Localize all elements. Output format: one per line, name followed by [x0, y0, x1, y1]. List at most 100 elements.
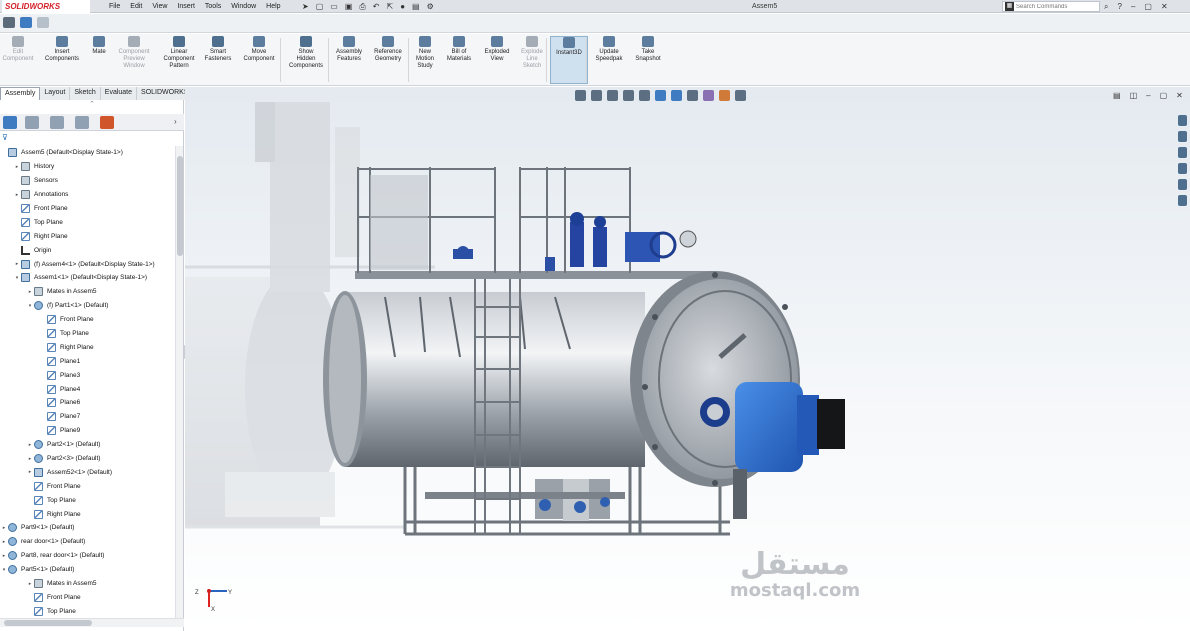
tree-item[interactable]: Front Plane [0, 591, 175, 605]
search-commands[interactable]: ▦ [1002, 1, 1100, 12]
tree-horizontal-scrollbar[interactable] [0, 618, 184, 627]
search-icon[interactable]: ⌕ [1104, 0, 1108, 13]
tree-item[interactable]: ▸ Mates in Assem5 [0, 577, 175, 591]
tree-item[interactable]: ▸ Mates in Assem5 [0, 285, 175, 299]
tree-item[interactable]: Plane4 [0, 382, 175, 396]
expand-icon[interactable]: ▾ [0, 567, 8, 573]
ribbon-smart-fasteners-button[interactable]: Smart Fasteners [200, 36, 236, 84]
rebuild-icon[interactable]: ● [400, 1, 405, 12]
menu-help[interactable]: Help [261, 0, 285, 13]
tree-item[interactable]: ▾ Assem1<1> (Default<Display State-1>) [0, 271, 175, 285]
menu-edit[interactable]: Edit [125, 0, 147, 13]
tree-item[interactable]: ▸ Annotations [0, 188, 175, 202]
tree-item[interactable]: Origin [0, 243, 175, 257]
tree-item[interactable]: Assem5 (Default<Display State-1>) [0, 146, 175, 160]
tree-item[interactable]: Plane1 [0, 354, 175, 368]
new-document-icon[interactable]: ▢ [316, 1, 324, 12]
tree-item[interactable]: Top Plane [0, 215, 175, 229]
tree-item[interactable]: ▸ (f) Assem4<1> (Default<Display State-1>… [0, 257, 175, 271]
ribbon-component-preview-window-button[interactable]: Component Preview Window [112, 36, 156, 84]
tab-assembly[interactable]: Assembly [0, 87, 41, 100]
scroll-thumb[interactable] [177, 156, 183, 256]
expand-icon[interactable]: ▸ [0, 525, 8, 531]
scroll-thumb[interactable] [4, 620, 92, 626]
ribbon-insert-components-button[interactable]: Insert Components [40, 36, 84, 84]
ribbon-bill-of-materials-button[interactable]: Bill of Materials [440, 36, 478, 84]
help-icon[interactable]: ? [1117, 0, 1121, 13]
tree-item[interactable]: ▸ Part9<1> (Default) [0, 521, 175, 535]
tree-item[interactable]: Right Plane [0, 507, 175, 521]
file-properties-icon[interactable]: ▤ [412, 1, 420, 12]
dimxpert-tab-icon[interactable] [75, 116, 89, 129]
tree-item[interactable]: ▸ Assem52<1> (Default) [0, 465, 175, 479]
undo-icon[interactable]: ↶ [373, 1, 380, 12]
expand-icon[interactable]: ▸ [26, 469, 34, 475]
display-icon[interactable] [20, 17, 32, 28]
ribbon-new-motion-study-button[interactable]: New Motion Study [412, 36, 438, 84]
tab-layout[interactable]: Layout [40, 87, 71, 100]
tree-item[interactable]: ▸ History [0, 160, 175, 174]
save-icon[interactable]: ▣ [345, 1, 353, 12]
expand-icon[interactable]: ▸ [26, 456, 34, 462]
configuration-manager-tab-icon[interactable] [50, 116, 64, 129]
solidworks-logo[interactable]: SOLIDWORKS [2, 0, 90, 13]
expand-icon[interactable]: ▸ [26, 289, 34, 295]
tree-item[interactable]: Top Plane [0, 493, 175, 507]
tree-item[interactable]: ▸ Part2<1> (Default) [0, 438, 175, 452]
tree-item[interactable]: Front Plane [0, 479, 175, 493]
property-manager-tab-icon[interactable] [25, 116, 39, 129]
window-icon[interactable] [37, 17, 49, 28]
tree-item[interactable]: Top Plane [0, 327, 175, 341]
expand-icon[interactable]: ▸ [26, 581, 34, 587]
tree-item[interactable]: Plane3 [0, 368, 175, 382]
tree-item[interactable]: Sensors [0, 174, 175, 188]
menu-view[interactable]: View [147, 0, 172, 13]
menu-file[interactable]: File [104, 0, 125, 13]
ribbon-linear-component-pattern-button[interactable]: Linear Component Pattern [160, 36, 198, 84]
expand-icon[interactable]: ▸ [26, 442, 34, 448]
search-input[interactable] [1016, 3, 1096, 10]
tree-item[interactable]: ▾ Part5<1> (Default) [0, 563, 175, 577]
menu-window[interactable]: Window [226, 0, 261, 13]
ribbon-take-snapshot-button[interactable]: Take Snapshot [630, 36, 666, 84]
tree-item[interactable]: Plane9 [0, 424, 175, 438]
ribbon-update-speedpak-button[interactable]: Update Speedpak [590, 36, 628, 84]
expand-icon[interactable]: ▸ [0, 539, 8, 545]
open-icon[interactable]: ▭ [330, 1, 338, 12]
tree-item[interactable]: Right Plane [0, 229, 175, 243]
tree-item[interactable]: ▸ rear door<1> (Default) [0, 535, 175, 549]
graphics-area[interactable]: ▤ ◫ – ▢ ✕ Z Y X مستقل mostaql.com [185, 87, 1190, 631]
ribbon-explode-line-sketch-button[interactable]: Explode Line Sketch [516, 36, 548, 84]
menu-insert[interactable]: Insert [172, 0, 200, 13]
print-icon[interactable]: ⎙ [359, 1, 365, 12]
restore-icon[interactable]: ▢ [1144, 0, 1152, 13]
ribbon-instant3d-button[interactable]: Instant3D [550, 36, 588, 84]
expand-icon[interactable]: ▸ [13, 164, 21, 170]
tree-item[interactable]: Front Plane [0, 313, 175, 327]
ribbon-mate-button[interactable]: Mate [88, 36, 110, 84]
options-icon[interactable]: ⚙ [427, 1, 434, 12]
ribbon-exploded-view-button[interactable]: Exploded View [480, 36, 514, 84]
minimize-icon[interactable]: – [1131, 0, 1135, 13]
panel-expand-icon[interactable]: › [174, 117, 177, 126]
ribbon-show-hidden-components-button[interactable]: Show Hidden Components [282, 36, 330, 84]
expand-icon[interactable]: ▾ [13, 275, 21, 281]
close-icon[interactable]: ✕ [1161, 0, 1168, 13]
camera-icon[interactable] [3, 17, 15, 28]
ribbon-edit-component-button[interactable]: Edit Component [0, 36, 36, 84]
tree-item[interactable]: ▸ Part2<3> (Default) [0, 452, 175, 466]
expand-icon[interactable]: ▾ [26, 303, 34, 309]
tree-vertical-scrollbar[interactable] [175, 146, 183, 618]
tree-item[interactable]: Plane7 [0, 410, 175, 424]
filter-icon[interactable]: ⊽ [0, 133, 184, 145]
tree-item[interactable]: Plane6 [0, 396, 175, 410]
tree-item[interactable]: Front Plane [0, 202, 175, 216]
tab-sketch[interactable]: Sketch [70, 87, 101, 100]
tree-item[interactable]: ▸ Part8, rear door<1> (Default) [0, 549, 175, 563]
tab-evaluate[interactable]: Evaluate [101, 87, 138, 100]
tree-item[interactable]: Right Plane [0, 340, 175, 354]
boiler-3d-model[interactable]: Z Y X [185, 87, 1190, 631]
tree-item[interactable]: Top Plane [0, 604, 175, 618]
expand-icon[interactable]: ▸ [13, 192, 21, 198]
ribbon-reference-geometry-button[interactable]: Reference Geometry [368, 36, 408, 84]
